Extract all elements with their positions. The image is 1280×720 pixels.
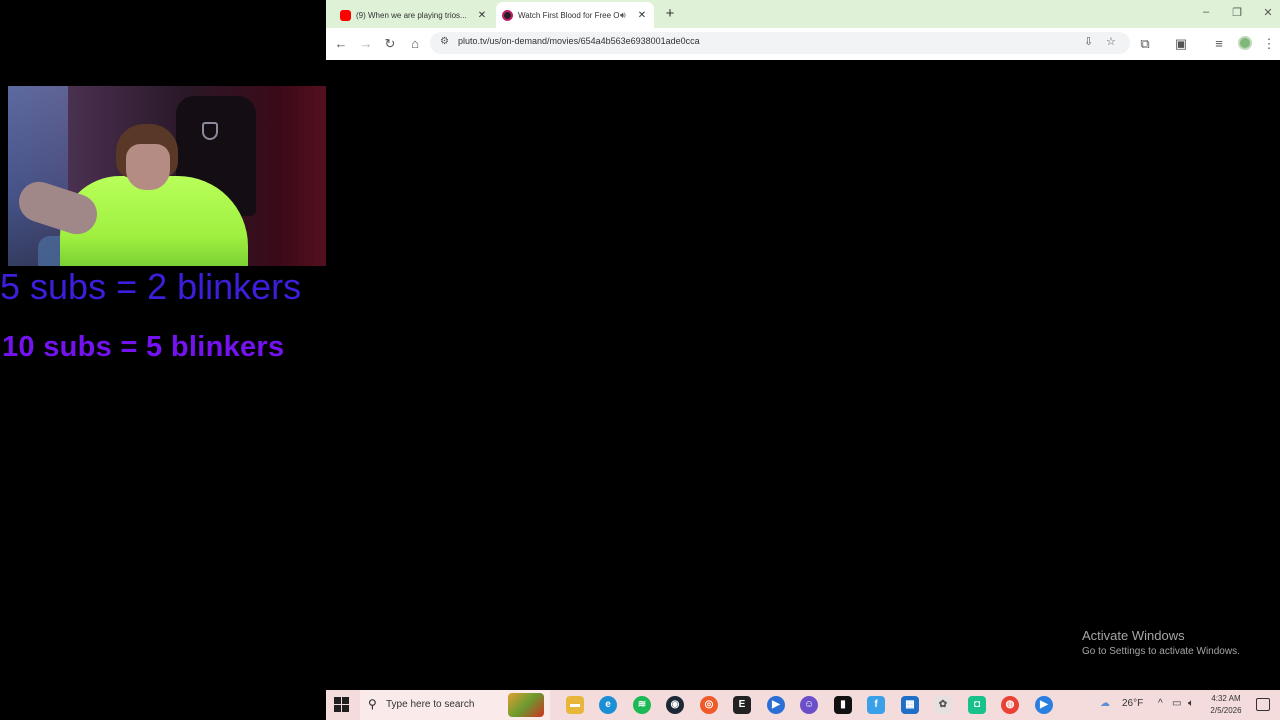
- reload-button[interactable]: ↻: [381, 35, 399, 53]
- restore-button[interactable]: ❐: [1229, 6, 1245, 19]
- bookmark-star-icon[interactable]: ☆: [1106, 35, 1116, 48]
- volume-icon[interactable]: 🔈︎: [1188, 698, 1194, 709]
- forward-button[interactable]: →: [357, 35, 375, 53]
- obs-audio-icon[interactable]: ▮: [834, 696, 852, 714]
- app-icon[interactable]: ✿: [934, 696, 952, 714]
- webcam-feed: [8, 86, 326, 266]
- close-icon[interactable]: ✕: [476, 10, 488, 21]
- subs-goal-2: 10 subs = 5 blinkers: [2, 331, 285, 363]
- origin-icon[interactable]: ◎: [700, 696, 718, 714]
- store-icon[interactable]: ▦: [901, 696, 919, 714]
- tab-pluto-tv[interactable]: Watch First Blood for Free O 🔊︎ ✕: [496, 2, 654, 28]
- tab-title: Watch First Blood for Free O: [518, 10, 620, 20]
- close-window-button[interactable]: ✕: [1260, 6, 1276, 19]
- tab-strip: (9) When we are playing trios... ✕ Watch…: [326, 0, 1280, 28]
- extensions-icon[interactable]: ⧉: [1136, 35, 1154, 53]
- new-tab-button[interactable]: +: [662, 5, 678, 22]
- browser-app-icon[interactable]: ▶: [767, 696, 785, 714]
- install-app-icon[interactable]: ⇩: [1084, 35, 1093, 48]
- screen: 5 subs = 2 blinkers 10 subs = 5 blinkers…: [0, 0, 1280, 720]
- clock-date: 2/5/2026: [1210, 706, 1242, 715]
- profile-avatar[interactable]: [1238, 36, 1252, 50]
- edge-icon[interactable]: e: [599, 696, 617, 714]
- discord-icon[interactable]: ☺: [800, 696, 818, 714]
- clock-time: 4:32 AM: [1211, 694, 1241, 703]
- spotify-icon[interactable]: ≋: [633, 696, 651, 714]
- pluto-tv-icon: [502, 9, 513, 21]
- youtube-icon: [340, 9, 351, 21]
- subs-goal-1: 5 subs = 2 blinkers: [0, 266, 302, 307]
- browser-toolbar: ← → ↻ ⌂ ⚙ pluto.tv/us/on-demand/movies/6…: [326, 28, 1280, 60]
- menu-icon[interactable]: ⋮: [1260, 35, 1278, 53]
- media-player-icon[interactable]: ▶: [1035, 696, 1053, 714]
- steam-icon[interactable]: ◉: [666, 696, 684, 714]
- search-placeholder: Type here to search: [386, 699, 475, 710]
- side-panel-icon[interactable]: ▣: [1172, 35, 1190, 53]
- media-controls-icon[interactable]: ≡: [1210, 35, 1228, 53]
- url-text: pluto.tv/us/on-demand/movies/654a4b563e6…: [458, 36, 700, 46]
- start-button[interactable]: [334, 697, 350, 713]
- weather-icon[interactable]: ☁: [1100, 698, 1110, 709]
- minimize-button[interactable]: –: [1198, 6, 1214, 18]
- search-highlight-art: [508, 693, 544, 717]
- search-icon: ⚲: [368, 697, 377, 711]
- taskbar: ⚲ Type here to search ▬ e ≋ ◉ ◎ E ▶ ☺ ▮ …: [326, 690, 1280, 720]
- site-info-icon[interactable]: ⚙: [440, 36, 449, 47]
- windows-logo-icon: [334, 697, 341, 704]
- tab-title: (9) When we are playing trios...: [356, 10, 467, 20]
- epic-games-icon[interactable]: E: [733, 696, 751, 714]
- weather-temp[interactable]: 26°F: [1122, 698, 1143, 709]
- watermark-subtext: Go to Settings to activate Windows.: [1082, 646, 1240, 657]
- speaker-icon[interactable]: 🔊︎: [620, 10, 632, 21]
- file-explorer-icon[interactable]: ▬: [566, 696, 584, 714]
- chair-logo: [202, 122, 218, 140]
- watermark-heading: Activate Windows: [1082, 628, 1185, 643]
- address-bar[interactable]: ⚙ pluto.tv/us/on-demand/movies/654a4b563…: [430, 32, 1130, 54]
- clock[interactable]: 4:32 AM 2/5/2026: [1206, 693, 1246, 717]
- chevron-up-icon[interactable]: ^: [1158, 698, 1163, 709]
- tab-youtube[interactable]: (9) When we are playing trios... ✕: [334, 2, 494, 28]
- taskbar-search[interactable]: ⚲ Type here to search: [360, 690, 550, 720]
- chrome-icon[interactable]: ◍: [1001, 696, 1019, 714]
- gaming-app-icon[interactable]: ◘: [968, 696, 986, 714]
- home-button[interactable]: ⌂: [406, 35, 424, 53]
- close-icon[interactable]: ✕: [636, 10, 648, 21]
- network-icon[interactable]: ▭: [1172, 698, 1181, 709]
- person-face: [126, 144, 170, 190]
- facebook-icon[interactable]: f: [867, 696, 885, 714]
- activate-windows-watermark: Activate Windows Go to Settings to activ…: [1082, 628, 1240, 657]
- back-button[interactable]: ←: [332, 35, 350, 53]
- notification-icon[interactable]: [1256, 698, 1270, 711]
- browser-window: (9) When we are playing trios... ✕ Watch…: [326, 0, 1280, 60]
